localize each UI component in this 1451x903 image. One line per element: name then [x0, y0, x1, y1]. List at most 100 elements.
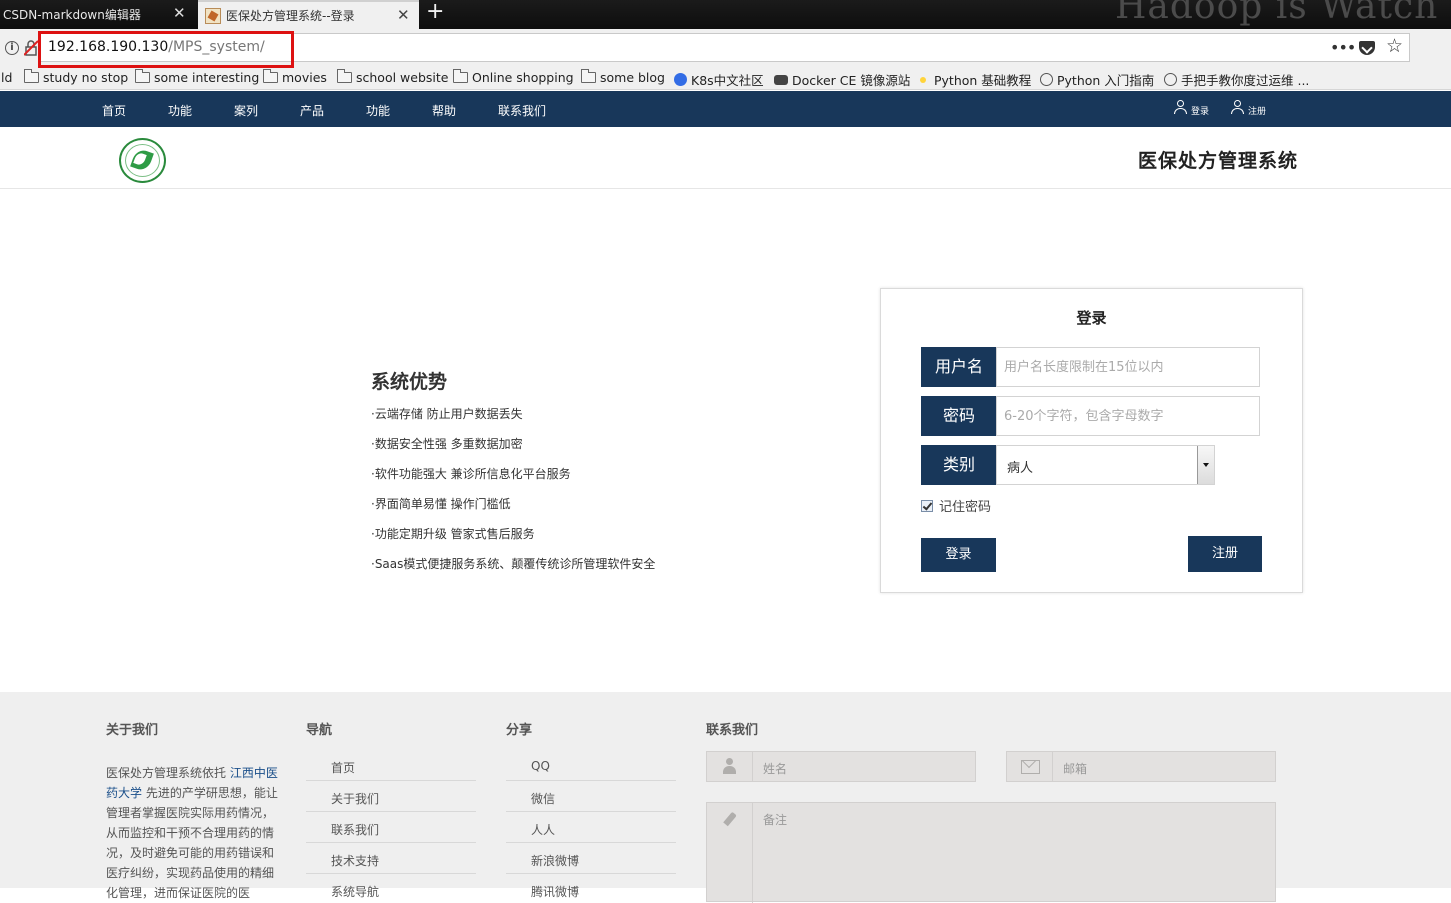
bookmark-label: Docker CE 镜像源站	[792, 73, 911, 88]
browser-toolbar: i 192.168.190.130/MPS_system/ ••• ☆	[0, 29, 1451, 68]
category-label: 类别	[921, 445, 997, 485]
person-icon	[707, 752, 753, 781]
footer-link-contact[interactable]: 联系我们	[331, 821, 379, 838]
bookmark-folder[interactable]: study no stop	[24, 69, 128, 85]
footer-share-title: 分享	[506, 723, 533, 738]
bookmark-link[interactable]: K8s中文社区	[674, 70, 764, 89]
advantage-item: ·功能定期升级 管家式售后服务	[371, 527, 535, 541]
footer-nav-title: 导航	[306, 723, 333, 738]
bookmark-label: Online shopping	[472, 70, 574, 85]
login-button[interactable]: 登录	[921, 538, 996, 572]
globe-icon	[1040, 73, 1053, 86]
nav-contact[interactable]: 联系我们	[498, 102, 546, 119]
contact-name-field[interactable]: 姓名	[706, 751, 976, 782]
bookmark-link[interactable]: Python 入门指南	[1040, 70, 1154, 89]
share-qq[interactable]: QQ	[531, 759, 550, 773]
bookmark-label: school website	[356, 70, 449, 85]
register-button[interactable]: 注册	[1188, 536, 1262, 572]
remember-password[interactable]: 记住密码	[921, 496, 991, 515]
advantage-item: ·Saas模式便捷服务系统、颠覆传统诊所管理软件安全	[371, 557, 656, 571]
bookmark-label: some interesting	[154, 70, 260, 85]
tab-title: CSDN-markdown编辑器	[3, 8, 141, 22]
bookmark-label: K8s中文社区	[691, 73, 764, 88]
footer-link-home[interactable]: 首页	[331, 759, 355, 776]
folder-icon	[135, 69, 150, 83]
advantage-item: ·云端存储 防止用户数据丢失	[371, 407, 523, 421]
university-logo[interactable]	[119, 138, 166, 183]
advantages-title: 系统优势	[371, 371, 448, 393]
register-link[interactable]: 注册	[1248, 104, 1266, 117]
folder-icon	[24, 69, 39, 83]
docker-icon	[774, 74, 788, 85]
pencil-icon	[707, 803, 753, 903]
dropdown-arrow-icon[interactable]	[1197, 446, 1214, 484]
bookmark-link[interactable]: Python 基础教程	[916, 70, 1031, 89]
bookmark-link[interactable]: 手把手教你度过运维 ...	[1164, 70, 1309, 89]
advantage-item: ·软件功能强大 兼诊所信息化平台服务	[371, 467, 571, 481]
bookmark-label: movies	[282, 70, 327, 85]
login-form: 登录 用户名 密码 类别 病人 记住密码 登录 注册	[880, 288, 1303, 593]
nav-features-2[interactable]: 功能	[366, 102, 390, 119]
category-select[interactable]: 病人	[996, 445, 1215, 485]
tab-csdn-editor[interactable]: CSDN-markdown编辑器 ✕	[0, 0, 197, 29]
tab-active-login[interactable]: 医保处方管理系统--登录 ✕	[198, 0, 419, 29]
bookmark-label: ld	[1, 70, 13, 85]
close-tab-icon[interactable]: ✕	[397, 6, 410, 24]
footer-link-about[interactable]: 关于我们	[331, 790, 379, 807]
remark-placeholder: 备注	[763, 813, 788, 827]
nav-products[interactable]: 产品	[300, 102, 324, 119]
remember-checkbox[interactable]	[921, 499, 933, 512]
share-tencent-weibo[interactable]: 腾讯微博	[531, 883, 579, 900]
envelope-icon	[1007, 752, 1053, 781]
new-tab-button[interactable]: +	[426, 0, 444, 24]
nav-help[interactable]: 帮助	[432, 102, 456, 119]
kubernetes-icon	[674, 73, 687, 86]
globe-icon	[1164, 73, 1177, 86]
footer-link-sitemap[interactable]: 系统导航	[331, 883, 379, 900]
bookmark-label: Python 基础教程	[934, 73, 1032, 88]
bookmark-folder[interactable]: some blog	[581, 69, 665, 85]
share-wechat[interactable]: 微信	[531, 790, 555, 807]
user-icon	[1174, 100, 1187, 114]
tab-title: 医保处方管理系统--登录	[226, 9, 355, 23]
user-icon	[1231, 100, 1244, 114]
bookmark-label: Python 入门指南	[1057, 73, 1155, 88]
share-sina-weibo[interactable]: 新浪微博	[531, 852, 579, 869]
background-watermark: Hadoop is Watch	[1115, 0, 1439, 27]
bookmark-link[interactable]: Docker CE 镜像源站	[774, 70, 910, 89]
info-icon[interactable]: i	[5, 41, 19, 55]
bookmark-folder[interactable]: some interesting	[135, 69, 260, 85]
nav-features[interactable]: 功能	[168, 102, 192, 119]
bookmark-folder[interactable]: Online shopping	[453, 69, 574, 85]
login-link[interactable]: 登录	[1191, 104, 1209, 117]
name-placeholder: 姓名	[763, 762, 788, 776]
bookmark-folder[interactable]: school website	[337, 69, 449, 85]
bookmarks-bar: ld study no stop some interesting movies…	[0, 68, 1451, 90]
nav-home[interactable]: 首页	[102, 102, 126, 119]
password-input[interactable]	[996, 396, 1260, 436]
category-value: 病人	[1007, 461, 1034, 476]
site-title: 医保处方管理系统	[1138, 150, 1299, 172]
folder-icon	[263, 69, 278, 83]
bookmark-star-icon[interactable]: ☆	[1386, 35, 1403, 57]
username-input[interactable]	[996, 347, 1260, 387]
contact-remark-field[interactable]: 备注	[706, 802, 1276, 903]
footer-link-support[interactable]: 技术支持	[331, 852, 379, 869]
folder-icon	[337, 69, 352, 83]
bookmark-label: some blog	[600, 70, 665, 85]
bookmark-folder[interactable]: movies	[263, 69, 327, 85]
bookmark-label: 手把手教你度过运维 ...	[1181, 73, 1310, 88]
email-placeholder: 邮箱	[1063, 762, 1088, 776]
password-label: 密码	[921, 396, 997, 436]
advantage-item: ·界面简单易懂 操作门槛低	[371, 497, 511, 511]
more-actions-icon[interactable]: •••	[1330, 38, 1356, 57]
footer-about-title: 关于我们	[106, 723, 159, 738]
close-tab-icon[interactable]: ✕	[173, 4, 186, 22]
folder-icon	[453, 69, 468, 83]
contact-email-field[interactable]: 邮箱	[1006, 751, 1276, 782]
share-renren[interactable]: 人人	[531, 821, 555, 838]
bookmark-item[interactable]: ld	[1, 70, 12, 85]
footer-contact-title: 联系我们	[706, 723, 759, 738]
nav-cases[interactable]: 案列	[234, 102, 258, 119]
site-footer: 关于我们 医保处方管理系统依托 江西中医药大学 先进的产学研思想，能让管理者掌握…	[0, 692, 1451, 903]
